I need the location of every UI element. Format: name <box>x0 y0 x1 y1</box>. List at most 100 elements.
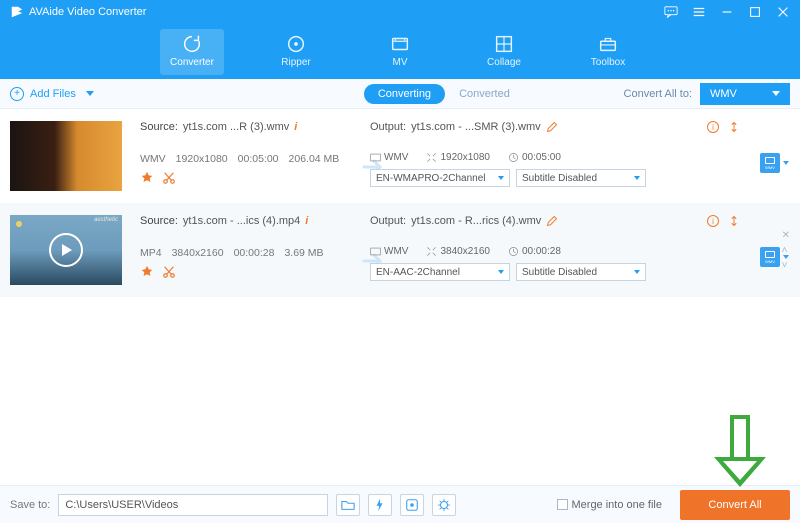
nav-label: Ripper <box>281 57 310 68</box>
output-info-icon[interactable]: i <box>707 121 719 133</box>
collage-icon <box>493 33 515 55</box>
edit-icon[interactable] <box>546 121 558 133</box>
effects-icon[interactable] <box>140 265 154 279</box>
trim-icon[interactable] <box>162 171 176 185</box>
app-title: AVAide Video Converter <box>29 6 146 18</box>
close-icon[interactable] <box>776 5 790 19</box>
save-path-select[interactable]: C:\Users\USER\Videos <box>58 494 328 516</box>
thumbnail[interactable] <box>10 121 122 191</box>
merge-checkbox[interactable] <box>557 499 568 510</box>
remove-row-icon[interactable]: ✕ <box>782 230 790 241</box>
source-duration: 00:05:00 <box>238 153 279 165</box>
source-size: 3.69 MB <box>284 247 323 259</box>
convert-all-button[interactable]: Convert All <box>680 490 790 520</box>
encoder-value: EN-AAC-2Channel <box>376 267 460 278</box>
output-duration: 00:05:00 <box>522 152 561 163</box>
info-icon[interactable]: i <box>305 215 308 227</box>
merge-label: Merge into one file <box>572 499 663 511</box>
output-label: Output: <box>370 121 406 133</box>
file-row: aesthetic Source: yt1s.com - ...ics (4).… <box>0 203 800 297</box>
nav-collage[interactable]: Collage <box>472 29 536 75</box>
encoder-select[interactable]: EN-AAC-2Channel <box>370 263 510 281</box>
output-format: WMV <box>384 152 408 163</box>
play-icon <box>49 233 83 267</box>
sub-bar: + Add Files Converting Converted Convert… <box>0 79 800 109</box>
chevron-down-icon <box>634 270 640 274</box>
tab-converted[interactable]: Converted <box>445 84 524 104</box>
ripper-icon <box>285 33 307 55</box>
subtitle-select[interactable]: Subtitle Disabled <box>516 263 646 281</box>
minimize-icon[interactable] <box>720 5 734 19</box>
encoder-select[interactable]: EN-WMAPRO-2Channel <box>370 169 510 187</box>
toolbox-icon <box>597 33 619 55</box>
converter-icon <box>181 33 203 55</box>
output-resolution: 3840x2160 <box>440 246 490 257</box>
menu-icon[interactable] <box>692 5 706 19</box>
source-duration: 00:00:28 <box>234 247 275 259</box>
nav-mv[interactable]: MV <box>368 29 432 75</box>
move-up-icon[interactable]: ˄ <box>782 245 790 256</box>
effects-icon[interactable] <box>140 171 154 185</box>
file-row: Source: yt1s.com ...R (3).wmv i WMV 1920… <box>0 109 800 203</box>
title-bar: AVAide Video Converter <box>0 0 800 24</box>
add-files-button[interactable]: + Add Files <box>10 87 94 101</box>
target-format-select[interactable]: WMV <box>700 83 790 105</box>
annotation-arrow <box>712 415 768 487</box>
row-side-controls: ✕ ˄ ˅ <box>782 230 790 271</box>
format-badge-label: WMV <box>765 165 775 170</box>
open-folder-button[interactable] <box>336 494 360 516</box>
edit-icon[interactable] <box>546 215 558 227</box>
subtitle-value: Subtitle Disabled <box>522 267 597 278</box>
main-nav: Converter Ripper MV Collage Toolbox <box>0 24 800 79</box>
compress-icon[interactable] <box>728 215 740 227</box>
output-label: Output: <box>370 215 406 227</box>
feedback-icon[interactable] <box>664 5 678 19</box>
info-icon[interactable]: i <box>294 121 297 133</box>
nav-toolbox[interactable]: Toolbox <box>576 29 640 75</box>
source-format: WMV <box>140 153 166 165</box>
encoder-value: EN-WMAPRO-2Channel <box>376 173 485 184</box>
convert-all-label: Convert All <box>708 499 761 511</box>
nav-ripper[interactable]: Ripper <box>264 29 328 75</box>
chevron-down-icon <box>772 91 780 96</box>
mv-icon <box>389 33 411 55</box>
task-schedule-button[interactable] <box>400 494 424 516</box>
status-tabs: Converting Converted <box>364 79 524 108</box>
output-format-button[interactable]: WMV <box>760 151 790 175</box>
save-to-label: Save to: <box>10 499 50 511</box>
merge-option[interactable]: Merge into one file <box>557 499 663 511</box>
chevron-down-icon <box>86 91 94 96</box>
source-label: Source: <box>140 215 178 227</box>
subtitle-select[interactable]: Subtitle Disabled <box>516 169 646 187</box>
source-label: Source: <box>140 121 178 133</box>
source-resolution: 3840x2160 <box>172 247 224 259</box>
nav-converter[interactable]: Converter <box>160 29 224 75</box>
plus-icon: + <box>10 87 24 101</box>
thumbnail[interactable]: aesthetic <box>10 215 122 285</box>
target-format-value: WMV <box>710 88 737 100</box>
output-resolution: 1920x1080 <box>440 152 490 163</box>
output-format: WMV <box>384 246 408 257</box>
nav-label: Toolbox <box>591 57 625 68</box>
output-filename: yt1s.com - ...SMR (3).wmv <box>411 121 541 133</box>
app-logo-icon <box>10 5 24 19</box>
chevron-down-icon <box>498 176 504 180</box>
maximize-icon[interactable] <box>748 5 762 19</box>
trim-icon[interactable] <box>162 265 176 279</box>
source-filename: yt1s.com - ...ics (4).mp4 <box>183 215 300 227</box>
file-list: Source: yt1s.com ...R (3).wmv i WMV 1920… <box>0 109 800 297</box>
nav-label: Collage <box>487 57 521 68</box>
compress-icon[interactable] <box>728 121 740 133</box>
nav-label: Converter <box>170 57 214 68</box>
source-filename: yt1s.com ...R (3).wmv <box>183 121 289 133</box>
settings-button[interactable] <box>432 494 456 516</box>
move-down-icon[interactable]: ˅ <box>782 260 790 271</box>
tab-converting[interactable]: Converting <box>364 84 445 104</box>
format-badge-label: WMV <box>765 259 775 264</box>
add-files-label: Add Files <box>30 88 76 100</box>
output-info-icon[interactable]: i <box>707 215 719 227</box>
output-duration: 00:00:28 <box>522 246 561 257</box>
output-filename: yt1s.com - R...rics (4).wmv <box>411 215 541 227</box>
hwaccel-button[interactable] <box>368 494 392 516</box>
chevron-down-icon <box>783 161 789 165</box>
